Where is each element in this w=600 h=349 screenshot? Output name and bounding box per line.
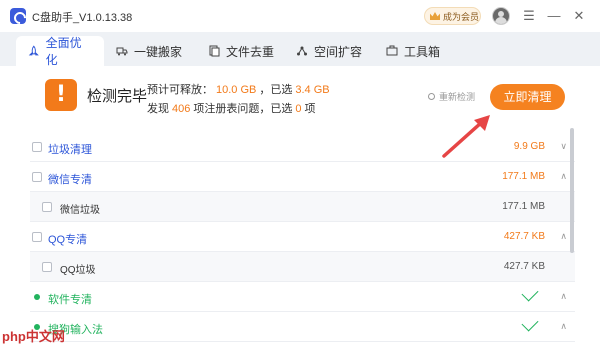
tab-label: 空间扩容 (314, 44, 363, 59)
tab-label: 全面优化 (45, 36, 82, 67)
window-title: C盘助手_V1.0.13.38 (32, 12, 133, 24)
list-item[interactable]: 搜狗输入法 ∧ (30, 312, 575, 342)
item-size: 427.7 KB (503, 261, 545, 272)
list-scrollbar[interactable] (570, 128, 574, 253)
tab-full-optimize[interactable]: 全面优化 (16, 36, 104, 67)
app-logo-icon (10, 8, 26, 24)
tab-space-expand[interactable]: 空间扩容 (284, 36, 374, 66)
become-member-label: 成为会员 (443, 11, 480, 22)
item-checkbox[interactable] (42, 262, 52, 272)
menu-icon[interactable]: ☰ (521, 8, 537, 24)
tab-toolbox[interactable]: 工具箱 (374, 36, 452, 66)
list-item[interactable]: QQ专清 427.7 KB ∧ (30, 222, 575, 252)
item-label: 垃圾清理 (48, 144, 92, 156)
list-subitem[interactable]: 微信垃圾 177.1 MB (30, 192, 575, 222)
avatar[interactable] (492, 7, 510, 25)
registry-label: 项注册表问题，已选 (193, 103, 293, 115)
tab-bar: 全面优化 一键搬家 文件去重 空间扩容 工具箱 (0, 32, 600, 67)
item-label: 微信专清 (48, 174, 92, 186)
tab-label: 工具箱 (404, 44, 441, 59)
found-label: 发现 (147, 103, 169, 115)
registry-stats: 发现 406 项注册表问题，已选 0 项 (147, 100, 315, 116)
warning-icon: ! (45, 79, 77, 111)
list-item[interactable]: 微信专清 177.1 MB ∧ (30, 162, 575, 192)
release-label: 预计可释放： (147, 84, 213, 96)
release-stats: 预计可释放： 10.0 GB ，已选 3.4 GB (147, 81, 333, 97)
title-bar: C盘助手_V1.0.13.38 成为会员 ☰ — ✕ (0, 0, 600, 32)
selected-label: ，已选 (259, 84, 293, 96)
item-checkbox[interactable] (42, 202, 52, 212)
status-dot-icon (34, 294, 40, 300)
item-size: 427.7 KB (503, 231, 545, 242)
item-size: 177.1 MB (502, 171, 545, 182)
list-item[interactable]: 垃圾清理 9.9 GB ∨ (30, 132, 575, 162)
registry-count: 406 (172, 103, 191, 115)
list-item[interactable]: 软件专清 ∧ (30, 282, 575, 312)
toolbox-icon (386, 45, 398, 56)
truck-icon (116, 47, 128, 56)
recheck-label: 重新检测 (439, 92, 476, 102)
item-size: 177.1 MB (502, 201, 545, 212)
tab-file-dedupe[interactable]: 文件去重 (196, 36, 286, 66)
watermark: php中文网 (2, 329, 65, 344)
unit-label: 项 (304, 103, 316, 115)
item-label: 软件专清 (48, 294, 92, 306)
refresh-icon (428, 93, 435, 100)
item-label: QQ专清 (48, 234, 88, 246)
scan-results-list: 垃圾清理 9.9 GB ∨ 微信专清 177.1 MB ∧ 微信垃圾 177.1… (30, 132, 575, 349)
scan-status: 检测完毕 (87, 88, 148, 105)
item-checkbox[interactable] (32, 232, 42, 242)
rocket-icon (28, 45, 39, 56)
item-checkbox[interactable] (32, 172, 42, 182)
item-label: QQ垃圾 (60, 265, 96, 276)
files-icon (209, 45, 220, 57)
checkmark-icon (521, 284, 539, 302)
tab-label: 一键搬家 (134, 44, 183, 59)
item-label: 微信垃圾 (60, 205, 100, 216)
chevron-up-icon[interactable]: ∧ (560, 231, 567, 242)
chevron-up-icon[interactable]: ∧ (560, 291, 567, 302)
minimize-icon[interactable]: — (546, 8, 562, 24)
become-member-button[interactable]: 成为会员 (424, 7, 481, 25)
checkmark-icon (521, 314, 539, 332)
item-checkbox[interactable] (32, 142, 42, 152)
tab-one-click-move[interactable]: 一键搬家 (104, 36, 194, 66)
close-icon[interactable]: ✕ (571, 8, 587, 24)
crown-icon (430, 12, 440, 20)
selected-value: 3.4 GB (295, 84, 330, 96)
chevron-down-icon[interactable]: ∨ (560, 141, 567, 152)
tab-label: 文件去重 (226, 44, 275, 59)
list-subitem[interactable]: QQ垃圾 427.7 KB (30, 252, 575, 282)
nodes-icon (297, 46, 307, 56)
release-value: 10.0 GB (216, 84, 257, 96)
chevron-up-icon[interactable]: ∧ (560, 321, 567, 332)
item-size: 9.9 GB (513, 141, 545, 152)
recheck-link[interactable]: 重新检测 (428, 90, 475, 103)
clean-now-button[interactable]: 立即清理 (490, 84, 565, 110)
registry-selected: 0 (295, 103, 302, 115)
chevron-up-icon[interactable]: ∧ (560, 171, 567, 182)
